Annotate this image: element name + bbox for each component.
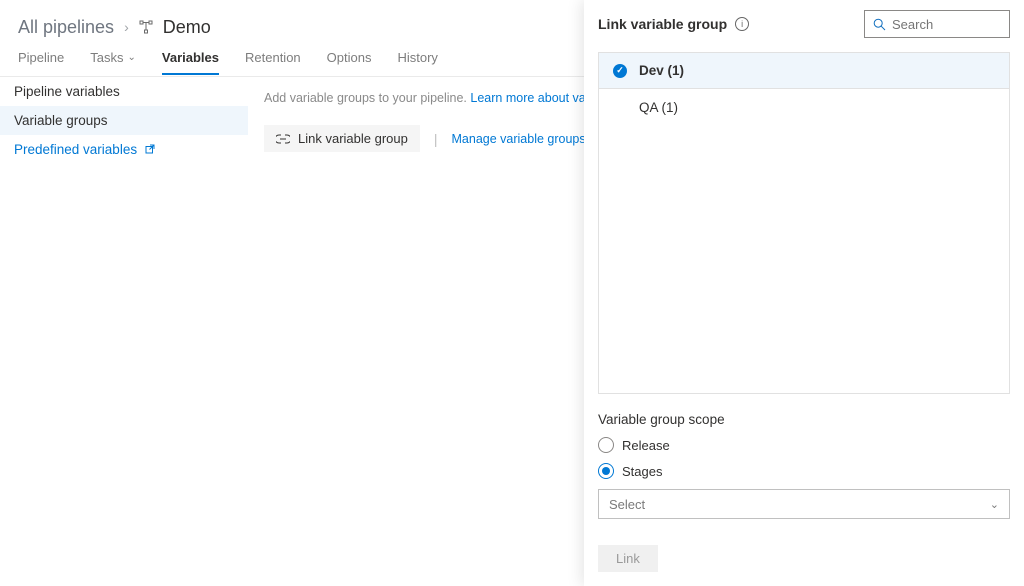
tab-tasks[interactable]: Tasks ⌄: [90, 50, 136, 73]
link-icon: [276, 134, 290, 144]
sidenav-predefined-variables-label: Predefined variables: [14, 142, 137, 157]
link-variable-group-panel: Link variable group i ✓ Dev (1) QA (1) V…: [584, 0, 1024, 586]
check-placeholder: [613, 100, 627, 114]
panel-title-text: Link variable group: [598, 16, 727, 32]
group-row-qa[interactable]: QA (1): [599, 89, 1009, 125]
external-link-icon: [145, 144, 155, 157]
radio-release-label: Release: [622, 438, 670, 453]
stages-select[interactable]: Select ⌄: [598, 489, 1010, 519]
group-label: Dev (1): [639, 63, 684, 78]
variables-sidenav: Pipeline variables Variable groups Prede…: [0, 76, 248, 586]
link-submit-button[interactable]: Link: [598, 545, 658, 572]
check-icon: ✓: [613, 64, 627, 78]
search-input[interactable]: [892, 17, 1001, 32]
chevron-down-icon: ⌄: [128, 52, 136, 63]
pipeline-title: Demo: [163, 17, 211, 38]
tab-pipeline[interactable]: Pipeline: [18, 50, 64, 73]
info-icon[interactable]: i: [735, 17, 749, 31]
divider: |: [434, 131, 438, 147]
radio-icon: [598, 437, 614, 453]
sidenav-pipeline-variables[interactable]: Pipeline variables: [0, 77, 248, 106]
pipeline-icon: [139, 20, 153, 34]
variable-group-list: ✓ Dev (1) QA (1): [598, 52, 1010, 394]
tab-variables[interactable]: Variables: [162, 50, 219, 75]
panel-title: Link variable group i: [598, 16, 749, 32]
scope-title: Variable group scope: [598, 412, 1010, 427]
manage-variable-groups-label: Manage variable groups: [452, 132, 586, 146]
manage-variable-groups-link[interactable]: Manage variable groups: [452, 132, 600, 146]
radio-release[interactable]: Release: [598, 437, 1010, 453]
chevron-right-icon: ›: [124, 19, 129, 35]
link-variable-group-button[interactable]: Link variable group: [264, 125, 420, 152]
link-variable-group-label: Link variable group: [298, 131, 408, 146]
search-icon: [873, 18, 886, 31]
sidenav-variable-groups[interactable]: Variable groups: [0, 106, 248, 135]
description-prefix: Add variable groups to your pipeline.: [264, 91, 470, 105]
breadcrumb-root[interactable]: All pipelines: [18, 17, 114, 38]
radio-icon: [598, 463, 614, 479]
tab-retention[interactable]: Retention: [245, 50, 301, 73]
tab-tasks-label: Tasks: [90, 50, 123, 65]
tab-options[interactable]: Options: [327, 50, 372, 73]
group-label: QA (1): [639, 100, 678, 115]
radio-stages[interactable]: Stages: [598, 463, 1010, 479]
search-box[interactable]: [864, 10, 1010, 38]
group-row-dev[interactable]: ✓ Dev (1): [599, 53, 1009, 89]
scope-section: Variable group scope Release Stages Sele…: [598, 412, 1010, 519]
tab-history[interactable]: History: [397, 50, 437, 73]
sidenav-predefined-variables[interactable]: Predefined variables: [0, 135, 248, 164]
chevron-down-icon: ⌄: [990, 498, 999, 511]
radio-stages-label: Stages: [622, 464, 662, 479]
stages-select-placeholder: Select: [609, 497, 645, 512]
